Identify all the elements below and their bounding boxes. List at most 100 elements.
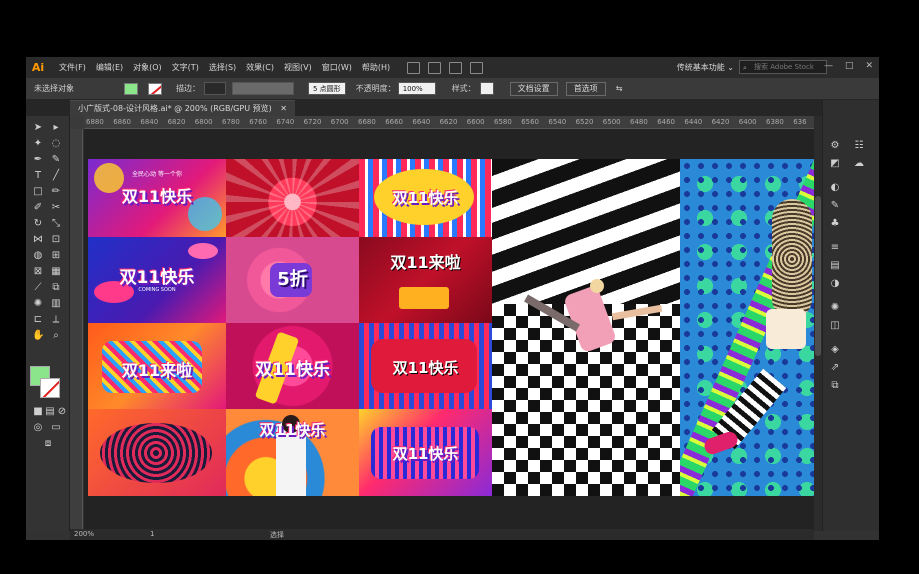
eyedropper-icon[interactable]: ⟋ <box>32 282 44 294</box>
gpu-performance-icon[interactable] <box>470 61 484 74</box>
layers-panel-icon[interactable]: ◈ <box>829 344 841 356</box>
gradient-panel-icon[interactable]: ▤ <box>829 260 841 272</box>
workspace-switcher[interactable]: 传统基本功能 ⌄ <box>677 62 734 73</box>
menu-type[interactable]: 文字(T) <box>167 62 204 73</box>
stock-search-input[interactable]: ⌕ 搜索 Adobe Stock <box>739 60 827 74</box>
cc-libraries-icon[interactable]: ☁ <box>853 158 865 170</box>
canvas-area[interactable]: 双11快乐 全民心动 等一个你 双11快乐 双11快乐 COMING SOON … <box>84 129 814 529</box>
brushes-icon[interactable]: ✎ <box>829 200 841 212</box>
perspective-grid-icon[interactable]: ⊞ <box>50 250 62 262</box>
scroll-thumb[interactable] <box>815 196 821 356</box>
shaper-tool-icon[interactable]: ✐ <box>32 202 44 214</box>
artboard-tool-icon[interactable]: ⊏ <box>32 314 44 326</box>
appearance-icon[interactable]: ✺ <box>829 302 841 314</box>
variable-width-profile[interactable] <box>232 82 294 95</box>
preferences-button[interactable]: 首选项 <box>565 81 606 96</box>
column-graph-icon[interactable]: ▥ <box>50 298 62 310</box>
brush-definition[interactable]: 5 点圆形 <box>308 82 346 95</box>
rectangle-tool-icon[interactable]: □ <box>32 186 44 198</box>
vertical-ruler[interactable] <box>70 129 83 529</box>
banner-tile-11[interactable]: 双11快乐 <box>226 409 359 496</box>
gradient-tool-icon[interactable]: ▦ <box>50 266 62 278</box>
arrange-documents-icon[interactable] <box>449 61 463 74</box>
selection-tool-icon[interactable]: ➤ <box>32 122 44 134</box>
slice-tool-icon[interactable]: ⟂ <box>50 314 62 326</box>
stroke-weight-dropdown[interactable] <box>204 82 226 95</box>
type-tool-icon[interactable]: T <box>32 170 44 182</box>
opacity-input[interactable]: 100% <box>397 82 436 95</box>
banner-tile-3[interactable]: 双11快乐 <box>359 159 492 237</box>
menu-select[interactable]: 选择(S) <box>204 62 241 73</box>
artboard-number[interactable]: 1 <box>150 530 154 538</box>
horizontal-ruler[interactable]: 6880 6860 6840 6820 6800 6780 6760 6740 6720 6700… <box>84 116 814 129</box>
graphic-styles-icon[interactable]: ◫ <box>829 320 841 332</box>
banner-tile-2[interactable] <box>226 159 359 237</box>
rotate-tool-icon[interactable]: ↻ <box>32 218 44 230</box>
curvature-tool-icon[interactable]: ✎ <box>50 154 62 166</box>
width-tool-icon[interactable]: ⋈ <box>32 234 44 246</box>
edit-toolbar-icon[interactable]: ⧈ <box>42 438 54 450</box>
bridge-icon[interactable] <box>407 61 421 74</box>
color-panel-icon[interactable]: ◐ <box>829 182 841 194</box>
stroke-color-box[interactable] <box>40 378 60 398</box>
libraries-panel-icon[interactable]: ☷ <box>853 140 865 152</box>
banner-tile-4[interactable]: 双11快乐 COMING SOON <box>88 237 226 323</box>
draw-mode-icon[interactable]: ◎ <box>32 422 44 434</box>
fill-color-swatch[interactable] <box>124 82 138 95</box>
symbol-sprayer-icon[interactable]: ✺ <box>32 298 44 310</box>
asset-export-icon[interactable]: ⇗ <box>829 362 841 374</box>
screen-mode-icon[interactable]: ▭ <box>50 422 62 434</box>
close-tab-icon[interactable]: ✕ <box>280 104 287 113</box>
stock-icon[interactable] <box>428 61 442 74</box>
lasso-icon[interactable]: ◌ <box>50 138 62 150</box>
vertical-scrollbar[interactable] <box>814 116 822 531</box>
menu-help[interactable]: 帮助(H) <box>357 62 395 73</box>
graphic-style-swatch[interactable] <box>479 82 494 95</box>
direct-selection-tool-icon[interactable]: ▸ <box>50 122 62 134</box>
mesh-tool-icon[interactable]: ⊠ <box>32 266 44 278</box>
zoom-tool-icon[interactable]: ⌕ <box>50 330 62 342</box>
none-mode-icon[interactable]: ⊘ <box>56 406 68 418</box>
banner-tile-6[interactable]: 双11来啦 <box>359 237 492 323</box>
artboards-icon[interactable]: ⧉ <box>829 380 841 392</box>
menu-window[interactable]: 窗口(W) <box>317 62 357 73</box>
checkerboard-poster[interactable] <box>492 159 680 496</box>
current-tool-status[interactable]: 选择 <box>270 530 284 540</box>
menu-effect[interactable]: 效果(C) <box>241 62 279 73</box>
banner-tile-10[interactable] <box>88 409 226 496</box>
menu-edit[interactable]: 编辑(E) <box>91 62 128 73</box>
menu-view[interactable]: 视图(V) <box>279 62 317 73</box>
stroke-panel-icon[interactable]: ≡ <box>829 242 841 254</box>
color-mode-icon[interactable]: ■ <box>32 406 44 418</box>
paintbrush-icon[interactable]: ✏ <box>50 186 62 198</box>
hand-tool-icon[interactable]: ✋ <box>32 330 44 342</box>
blend-tool-icon[interactable]: ⧉ <box>50 282 62 294</box>
banner-tile-8[interactable]: 双11快乐 <box>226 323 359 409</box>
restore-button[interactable]: □ <box>845 61 854 71</box>
ruler-origin[interactable] <box>70 116 84 129</box>
layers-icon[interactable]: ◩ <box>829 158 841 170</box>
minimize-button[interactable]: — <box>824 61 833 71</box>
banner-tile-5[interactable]: 5折 <box>226 237 359 323</box>
pattern-poster[interactable] <box>680 159 814 496</box>
transparency-icon[interactable]: ◑ <box>829 278 841 290</box>
shape-builder-icon[interactable]: ◍ <box>32 250 44 262</box>
zoom-level[interactable]: 200% <box>74 530 94 538</box>
document-setup-button[interactable]: 文档设置 <box>509 81 558 96</box>
symbols-icon[interactable]: ♣ <box>829 218 841 230</box>
banner-tile-12[interactable]: 双11快乐 <box>359 409 492 496</box>
free-transform-icon[interactable]: ⊡ <box>50 234 62 246</box>
document-tab[interactable]: 小广版式-08-设计风格.ai* @ 200% (RGB/GPU 预览) ✕ <box>70 100 295 116</box>
banner-tile-1[interactable]: 双11快乐 全民心动 等一个你 <box>88 159 226 237</box>
menu-object[interactable]: 对象(O) <box>128 62 167 73</box>
scale-tool-icon[interactable]: ⤡ <box>50 218 62 230</box>
stroke-color-swatch[interactable] <box>148 82 162 95</box>
banner-tile-9[interactable]: 双11快乐 <box>359 323 492 409</box>
magic-wand-icon[interactable]: ✦ <box>32 138 44 150</box>
arrange-icon[interactable]: ⇆ <box>616 84 623 93</box>
pen-tool-icon[interactable]: ✒ <box>32 154 44 166</box>
menu-file[interactable]: 文件(F) <box>54 62 91 73</box>
close-button[interactable]: ✕ <box>865 61 873 71</box>
scissors-icon[interactable]: ✂ <box>50 202 62 214</box>
gradient-mode-icon[interactable]: ▤ <box>44 406 56 418</box>
